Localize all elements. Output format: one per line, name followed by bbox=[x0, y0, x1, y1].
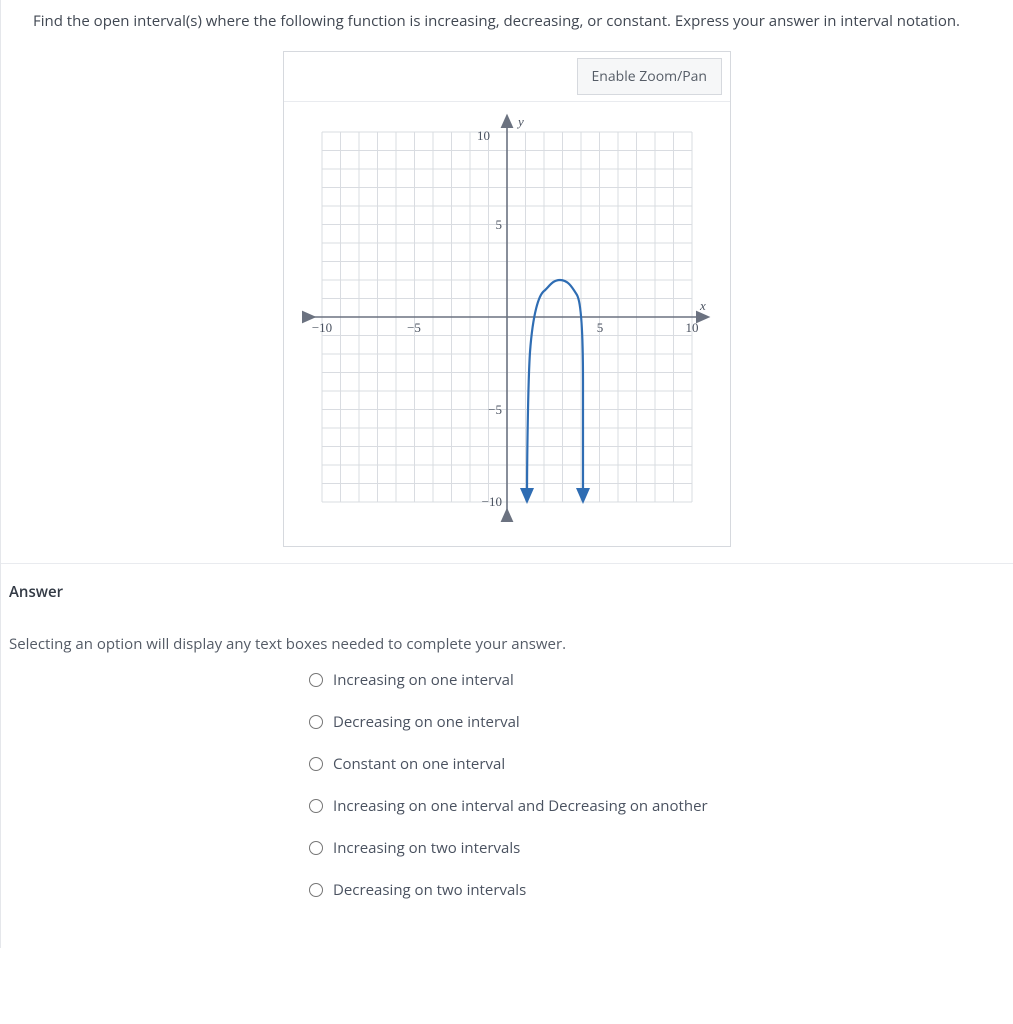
tick-y-n10: −10 bbox=[482, 494, 502, 509]
option-decreasing-two[interactable]: Decreasing on two intervals bbox=[309, 880, 1005, 900]
zoom-pan-button[interactable]: Enable Zoom/Pan bbox=[577, 58, 722, 95]
option-label: Decreasing on two intervals bbox=[333, 880, 526, 900]
option-inc-and-dec[interactable]: Increasing on one interval and Decreasin… bbox=[309, 796, 1005, 816]
tick-y-5: 5 bbox=[496, 217, 503, 232]
tick-x-n10: −10 bbox=[312, 320, 332, 335]
axis-label-y: y bbox=[516, 114, 524, 129]
radio-increasing-one[interactable] bbox=[309, 673, 323, 687]
tick-y-10: 10 bbox=[477, 128, 490, 143]
graph-canvas-wrap: y x 10 5 −5 −10 −10 −5 5 10 bbox=[284, 102, 730, 546]
tick-y-n5: −5 bbox=[488, 402, 502, 417]
option-label: Increasing on one interval and Decreasin… bbox=[333, 796, 708, 816]
axis-label-x: x bbox=[699, 298, 706, 313]
tick-x-10: 10 bbox=[686, 320, 699, 335]
graph-panel: Enable Zoom/Pan bbox=[283, 51, 731, 547]
answer-heading: Answer bbox=[9, 582, 1005, 602]
radio-increasing-two[interactable] bbox=[309, 841, 323, 855]
option-decreasing-one[interactable]: Decreasing on one interval bbox=[309, 712, 1005, 732]
graph-toolbar: Enable Zoom/Pan bbox=[284, 52, 730, 102]
tick-x-5: 5 bbox=[597, 320, 604, 335]
option-constant-one[interactable]: Constant on one interval bbox=[309, 754, 1005, 774]
option-increasing-one[interactable]: Increasing on one interval bbox=[309, 670, 1005, 690]
option-label: Constant on one interval bbox=[333, 754, 505, 774]
answer-helper: Selecting an option will display any tex… bbox=[9, 634, 1005, 654]
radio-constant-one[interactable] bbox=[309, 757, 323, 771]
options-group: Increasing on one interval Decreasing on… bbox=[309, 670, 1005, 900]
tick-x-n5: −5 bbox=[407, 320, 421, 335]
radio-decreasing-one[interactable] bbox=[309, 715, 323, 729]
question-text: Find the open interval(s) where the foll… bbox=[25, 10, 989, 43]
coordinate-graph: y x 10 5 −5 −10 −10 −5 5 10 bbox=[302, 112, 712, 532]
option-label: Increasing on two intervals bbox=[333, 838, 520, 858]
option-label: Increasing on one interval bbox=[333, 670, 514, 690]
radio-decreasing-two[interactable] bbox=[309, 883, 323, 897]
radio-inc-and-dec[interactable] bbox=[309, 799, 323, 813]
option-increasing-two[interactable]: Increasing on two intervals bbox=[309, 838, 1005, 858]
function-curve bbox=[527, 280, 583, 500]
option-label: Decreasing on one interval bbox=[333, 712, 520, 732]
